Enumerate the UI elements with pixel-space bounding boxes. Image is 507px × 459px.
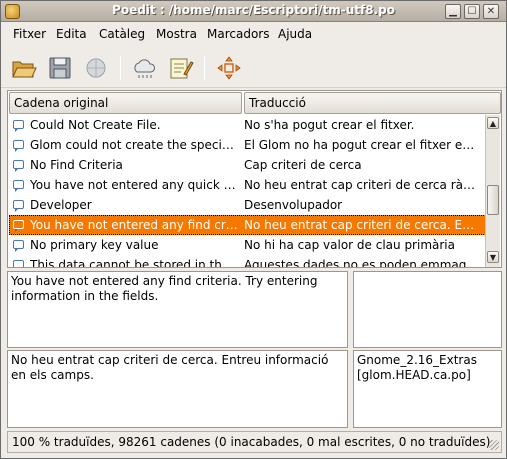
list-item[interactable]: No Find Criteria Cap criteri de cerca (9, 155, 486, 175)
menu-ajuda[interactable]: Ajuda (278, 27, 312, 41)
message-icon (13, 160, 24, 172)
minimize-button[interactable]: ▁ (445, 4, 461, 19)
scroll-down-arrow-icon[interactable]: ▼ (487, 251, 499, 263)
menu-catalog[interactable]: Catàleg (99, 27, 145, 41)
title-bar[interactable]: Poedit : /home/marc/Escriptori/tm-utf8.p… (1, 1, 506, 22)
status-text: 100 % traduïdes, 98261 cadenes (0 inacab… (12, 435, 491, 449)
toolbar-separator (120, 56, 121, 80)
list-item[interactable]: Could Not Create File. No s'ha pogut cre… (9, 115, 486, 135)
translation-text-pane[interactable]: No heu entrat cap criteri de cerca. Entr… (7, 350, 348, 428)
menu-mostra[interactable]: Mostra (156, 27, 197, 41)
toolbar-separator (204, 56, 205, 80)
message-icon (13, 240, 24, 252)
status-bar: 100 % traduïdes, 98261 cadenes (0 inacab… (7, 431, 502, 453)
comment-edit-icon[interactable] (166, 54, 194, 82)
poedit-window: Poedit : /home/marc/Escriptori/tm-utf8.p… (0, 0, 507, 459)
translation-cell: No s'ha pogut crear el fitxer. (244, 118, 415, 132)
column-header-source[interactable]: Cadena original (9, 92, 242, 114)
message-icon (13, 140, 24, 152)
list-item[interactable]: Developer Desenvolupador (9, 195, 486, 215)
message-icon (13, 220, 24, 232)
column-header-translation[interactable]: Traducció (244, 92, 501, 114)
translation-cell: No hi ha cap valor de clau primària (244, 238, 455, 252)
validate-cloud-icon[interactable] (130, 54, 158, 82)
translation-cell: El Glom no ha pogut crear el fitxer espe… (244, 138, 480, 152)
message-icon (13, 180, 24, 192)
open-folder-icon[interactable] (10, 54, 38, 82)
window-title: Poedit : /home/marc/Escriptori/tm-utf8.p… (112, 3, 395, 17)
list-item[interactable]: Glom could not create the specified ... … (9, 135, 486, 155)
source-cell: Developer (30, 198, 92, 212)
list-item[interactable]: No primary key value No hi ha cap valor … (9, 235, 486, 255)
source-cell: No primary key value (30, 238, 159, 252)
message-icon (13, 200, 24, 212)
translation-cell: No heu entrat cap criteri de cerca ràpid… (244, 178, 480, 192)
list-scrollbar[interactable]: ▲ ▼ (485, 115, 500, 267)
source-cell: Glom could not create the specified ... (30, 138, 240, 152)
source-cell: Could Not Create File. (30, 118, 161, 132)
update-globe-icon[interactable] (82, 54, 110, 82)
resize-grip-icon[interactable] (489, 440, 499, 450)
translation-list[interactable]: Cadena original Traducció Could Not Crea… (7, 90, 502, 268)
fuzzy-move-icon[interactable] (215, 54, 243, 82)
list-rows: Could Not Create File. No s'ha pogut cre… (9, 115, 486, 267)
list-item-selected[interactable]: You have not entered any find criteri...… (9, 215, 486, 235)
source-text-pane[interactable]: You have not entered any find criteria. … (7, 271, 348, 348)
translation-cell: Cap criteri de cerca (244, 158, 362, 172)
message-icon (13, 260, 24, 267)
save-disk-icon[interactable] (46, 54, 74, 82)
source-cell: This data cannot be stored in the da... (30, 258, 240, 267)
toolbar (1, 48, 506, 88)
menu-bar: Fitxer Edita Catàleg Mostra Marcadors Aj… (1, 23, 506, 46)
message-icon (13, 120, 24, 132)
maximize-button[interactable]: ☐ (464, 4, 480, 19)
translation-cell: Aquestes dades no es poden emmagat... (244, 258, 480, 267)
translation-cell: Desenvolupador (244, 198, 343, 212)
list-item[interactable]: This data cannot be stored in the da... … (9, 255, 486, 267)
source-cell: No Find Criteria (30, 158, 123, 172)
menu-fitxer[interactable]: Fitxer (13, 27, 46, 41)
source-cell: You have not entered any find criteri... (30, 218, 240, 232)
menu-edita[interactable]: Edita (56, 27, 87, 41)
translation-memory-pane[interactable]: Gnome_2.16_Extras [glom.HEAD.ca.po] (353, 350, 502, 428)
source-cell: You have not entered any quick find ... (30, 178, 240, 192)
list-item[interactable]: You have not entered any quick find ... … (9, 175, 486, 195)
translation-cell: No heu entrat cap criteri de cerca. Entr… (244, 218, 480, 232)
close-button[interactable]: ✕ (483, 4, 499, 19)
comment-pane[interactable] (353, 271, 502, 348)
scrollbar-thumb[interactable] (487, 185, 499, 215)
scroll-up-arrow-icon[interactable]: ▲ (487, 117, 499, 129)
menu-marcadors[interactable]: Marcadors (207, 27, 269, 41)
